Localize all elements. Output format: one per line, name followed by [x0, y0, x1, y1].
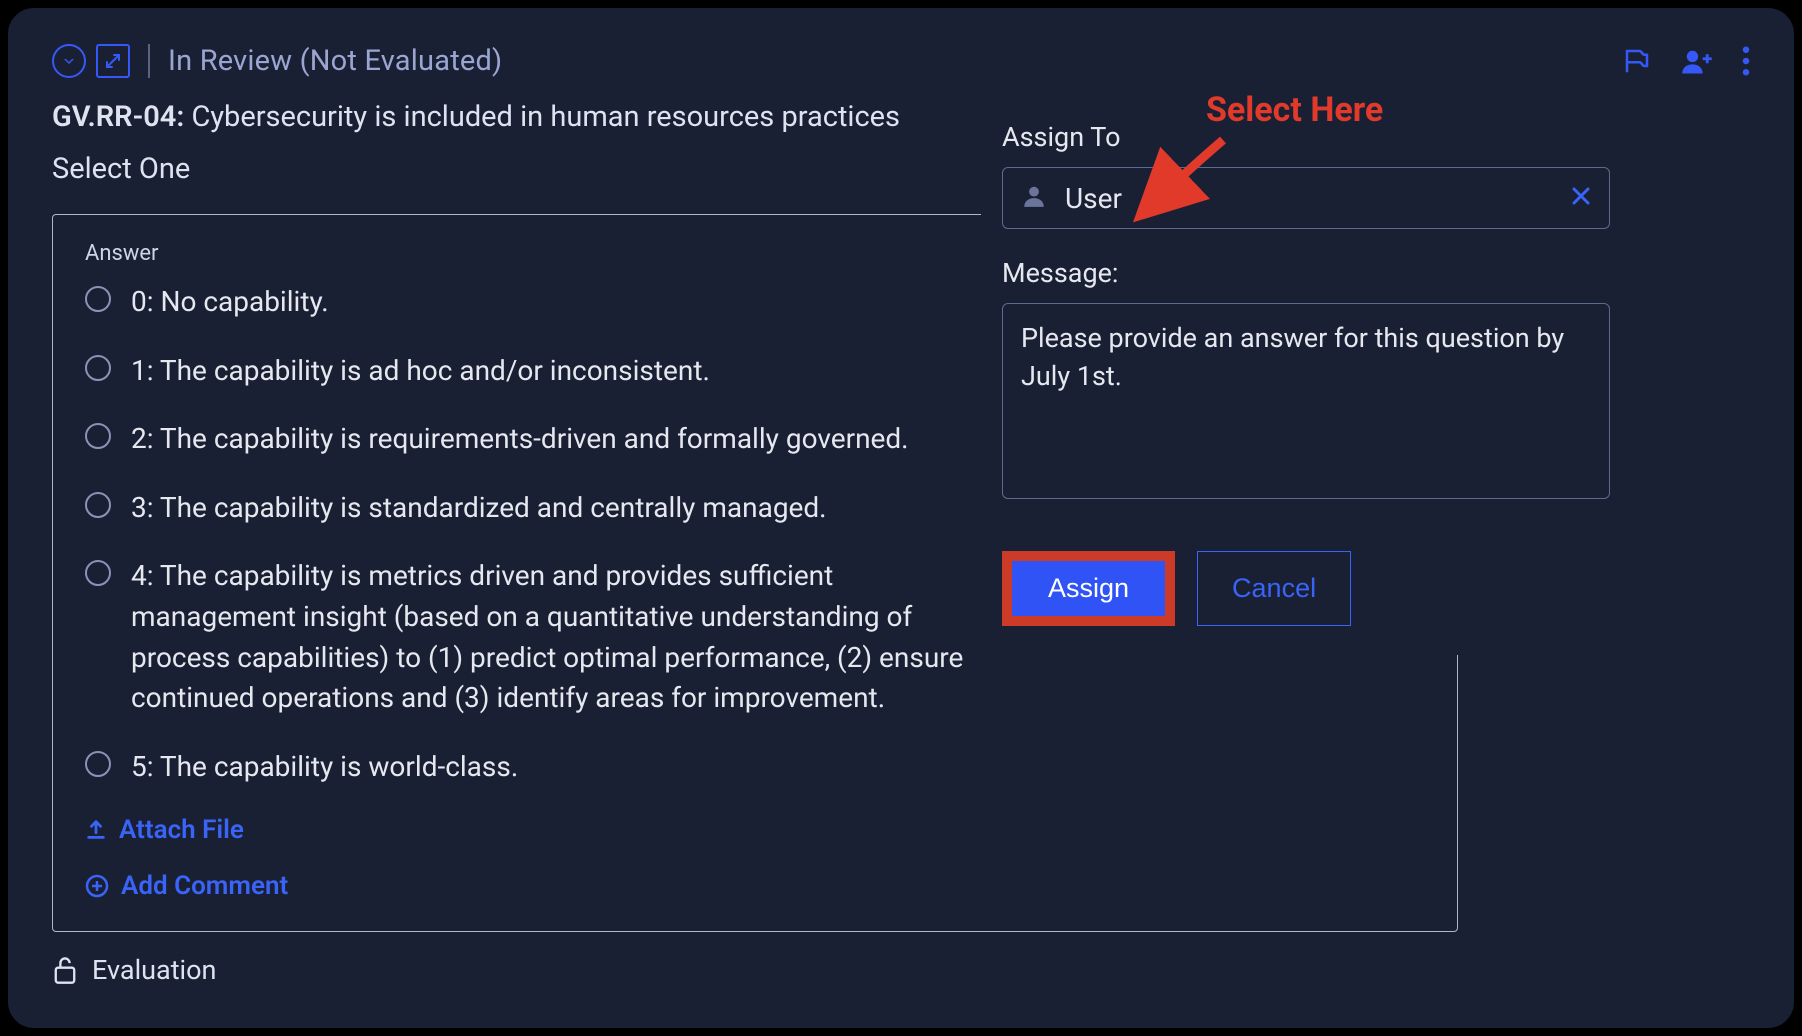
- person-add-icon: [1680, 46, 1714, 76]
- radio-icon[interactable]: [85, 355, 111, 381]
- plus-circle-icon: [85, 874, 109, 898]
- assign-to-field[interactable]: User: [1002, 167, 1610, 229]
- divider: [148, 44, 150, 78]
- more-menu-button[interactable]: [1742, 46, 1750, 76]
- radio-icon[interactable]: [85, 492, 111, 518]
- add-comment-button[interactable]: Add Comment: [85, 871, 1425, 901]
- evaluation-label: Evaluation: [92, 954, 216, 986]
- clear-assign-button[interactable]: [1571, 183, 1591, 213]
- question-text: Cybersecurity is included in human resou…: [191, 100, 900, 134]
- radio-icon[interactable]: [85, 751, 111, 777]
- option-text: 1: The capability is ad hoc and/or incon…: [131, 351, 710, 392]
- option-text: 5: The capability is world-class.: [131, 747, 518, 788]
- arrow-down-icon: [61, 53, 77, 69]
- expand-icon: [104, 52, 122, 70]
- assign-to-value: User: [1065, 182, 1553, 215]
- option-text: 4: The capability is metrics driven and …: [131, 556, 971, 718]
- status-text: In Review (Not Evaluated): [168, 44, 502, 78]
- question-panel: In Review (Not Evaluated) GV.RR-04: Cybe…: [6, 6, 1796, 1030]
- assign-user-button[interactable]: [1680, 46, 1714, 76]
- upload-icon: [85, 819, 107, 841]
- assign-button[interactable]: Assign: [1012, 561, 1165, 616]
- popover-button-row: Assign Cancel: [1002, 551, 1610, 626]
- attach-file-button[interactable]: Attach File: [85, 815, 1425, 845]
- header-row: In Review (Not Evaluated): [52, 44, 1750, 78]
- assign-to-label: Assign To: [1002, 121, 1610, 153]
- radio-icon[interactable]: [85, 423, 111, 449]
- add-comment-label: Add Comment: [121, 871, 288, 901]
- header-actions: [1622, 46, 1750, 76]
- option-text: 3: The capability is standardized and ce…: [131, 488, 827, 529]
- kebab-icon: [1742, 46, 1750, 76]
- close-icon: [1571, 186, 1591, 206]
- annotation-highlight: Assign: [1002, 551, 1175, 626]
- cancel-button[interactable]: Cancel: [1197, 551, 1351, 626]
- message-label: Message:: [1002, 257, 1610, 289]
- flag-icon: [1622, 46, 1652, 76]
- expand-button[interactable]: [96, 44, 130, 78]
- answer-option[interactable]: 5: The capability is world-class.: [85, 747, 1425, 788]
- radio-icon[interactable]: [85, 286, 111, 312]
- question-code: GV.RR-04:: [52, 100, 184, 134]
- assign-popover: Assign To User Message: Assign Cancel: [981, 92, 1631, 655]
- collapse-button[interactable]: [52, 44, 86, 78]
- person-icon: [1021, 183, 1047, 213]
- radio-icon[interactable]: [85, 560, 111, 586]
- message-input[interactable]: [1002, 303, 1610, 499]
- evaluation-section[interactable]: Evaluation: [52, 954, 1750, 986]
- unlock-icon: [52, 955, 78, 985]
- option-text: 0: No capability.: [131, 282, 329, 323]
- option-text: 2: The capability is requirements-driven…: [131, 419, 909, 460]
- attach-file-label: Attach File: [119, 815, 244, 845]
- flag-button[interactable]: [1622, 46, 1652, 76]
